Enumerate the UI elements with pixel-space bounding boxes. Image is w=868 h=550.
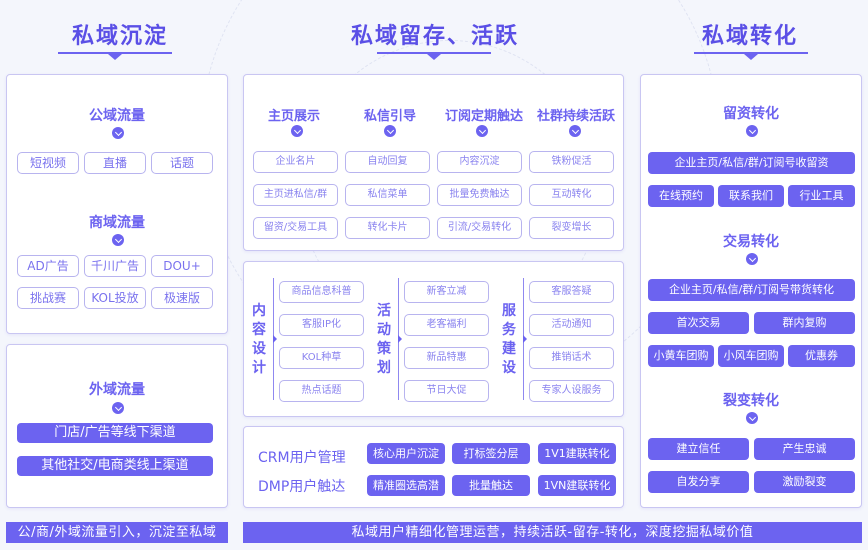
- commerce-tag: 极速版: [151, 287, 213, 309]
- touchpoint-heading: 私信引导: [363, 109, 416, 124]
- touchpoint-tag: 铁粉促活: [529, 151, 614, 173]
- touchpoint-heading: 主页展示: [267, 109, 320, 124]
- chevron-down-icon: [746, 125, 758, 137]
- bottom-banner: 私域用户精细化管理运营，持续活跃-留存-转化，深度挖掘私域价值: [243, 522, 862, 543]
- chevron-down-icon: [746, 412, 758, 424]
- service-item: 客服答疑: [529, 281, 614, 303]
- trade-item: 优惠券: [788, 345, 855, 367]
- divider-arrow: [523, 278, 527, 400]
- content-item: KOL种草: [279, 347, 364, 369]
- touchpoint-tag: 私信菜单: [345, 184, 430, 206]
- chevron-down-icon: [112, 402, 124, 414]
- external-channel: 门店/广告等线下渠道: [17, 423, 213, 443]
- content-item: 热点话题: [279, 380, 364, 402]
- content-item: 商品信息科普: [279, 281, 364, 303]
- chevron-down-icon: [384, 125, 396, 137]
- panel-operations: 内容设计 商品信息科普 客服IP化 KOL种草 热点话题 活动策划 新客立减 老…: [243, 261, 624, 417]
- activity-item: 新客立减: [404, 281, 489, 303]
- commerce-tag: KOL投放: [84, 287, 146, 309]
- public-traffic-heading: 公域流量: [89, 108, 145, 124]
- panel-external-traffic: 外域流量 门店/广告等线下渠道 其他社交/电商类线上渠道: [6, 344, 228, 508]
- crm-item: 打标签分层: [452, 443, 530, 464]
- touchpoint-tag: 批量免费触达: [437, 184, 522, 206]
- touchpoint-tag: 企业名片: [253, 151, 338, 173]
- touchpoint-tag: 内容沉淀: [437, 151, 522, 173]
- leads-item: 联系我们: [718, 185, 784, 207]
- dmp-item: 批量触达: [452, 475, 530, 496]
- touchpoint-tag: 互动转化: [529, 184, 614, 206]
- panel-conversion: 留资转化 企业主页/私信/群/订阅号收留资 在线预约 联系我们 行业工具 交易转…: [640, 74, 862, 508]
- public-tag: 话题: [151, 152, 213, 174]
- fission-item: 产生忠诚: [754, 438, 855, 460]
- crm-label: CRM用户管理: [258, 450, 346, 466]
- title-underline: [377, 52, 491, 60]
- leads-conversion-heading: 留资转化: [723, 106, 779, 122]
- activity-item: 老客福利: [404, 314, 489, 336]
- service-item: 推销话术: [529, 347, 614, 369]
- commerce-traffic-heading: 商域流量: [89, 215, 145, 231]
- panel-public-commerce-traffic: 公域流量 短视频 直播 话题 商域流量 AD广告 千川广告 DOU+ 挑战赛 K…: [6, 74, 228, 334]
- service-building-label: 服务建设: [502, 303, 516, 376]
- touchpoint-tag: 留资/交易工具: [253, 217, 338, 239]
- commerce-tag: 千川广告: [84, 255, 146, 277]
- panel-crm-dmp: CRM用户管理 核心用户沉淀 打标签分层 1V1建联转化 DMP用户触达 精准圈…: [243, 426, 624, 508]
- public-tag: 短视频: [17, 152, 79, 174]
- chevron-down-icon: [112, 127, 124, 139]
- fission-item: 自发分享: [648, 471, 749, 493]
- divider-arrow: [273, 278, 277, 400]
- content-design-label: 内容设计: [252, 303, 266, 376]
- chevron-down-icon: [112, 234, 124, 246]
- leads-item: 在线预约: [648, 185, 714, 207]
- column-title-conversion: 私域转化: [701, 24, 798, 49]
- service-item: 专家人设服务: [529, 380, 614, 402]
- crm-item: 1V1建联转化: [538, 443, 616, 464]
- chevron-down-icon: [476, 125, 488, 137]
- trade-item: 小风车团购: [718, 345, 784, 367]
- touchpoint-heading: 社群持续活跃: [536, 109, 615, 124]
- touchpoint-tag: 裂变增长: [529, 217, 614, 239]
- touchpoint-tag: 引流/交易转化: [437, 217, 522, 239]
- fission-item: 建立信任: [648, 438, 749, 460]
- left-footer-banner: 公/商/外域流量引入，沉淀至私域: [6, 522, 228, 543]
- touchpoint-tag: 自动回复: [345, 151, 430, 173]
- service-item: 活动通知: [529, 314, 614, 336]
- trade-item: 小黄车团购: [648, 345, 714, 367]
- commerce-tag: DOU+: [151, 255, 213, 277]
- trade-conversion-heading: 交易转化: [723, 234, 779, 250]
- trade-item: 首次交易: [648, 312, 749, 334]
- column-title-retention: 私域留存、活跃: [350, 24, 519, 49]
- trade-main: 企业主页/私信/群/订阅号带货转化: [648, 279, 855, 301]
- crm-item: 核心用户沉淀: [367, 443, 445, 464]
- touchpoint-tag: 转化卡片: [345, 217, 430, 239]
- commerce-tag: AD广告: [17, 255, 79, 277]
- leads-item: 行业工具: [788, 185, 855, 207]
- touchpoint-heading: 订阅定期触达: [444, 109, 523, 124]
- touchpoint-tag: 主页进私信/群: [253, 184, 338, 206]
- column-title-sedimentation: 私域沉淀: [71, 24, 168, 49]
- divider-arrow: [398, 278, 402, 400]
- dmp-item: 1VN建联转化: [538, 475, 616, 496]
- chevron-down-icon: [746, 253, 758, 265]
- external-channel: 其他社交/电商类线上渠道: [17, 456, 213, 476]
- content-item: 客服IP化: [279, 314, 364, 336]
- external-traffic-heading: 外域流量: [89, 382, 145, 398]
- activity-planning-label: 活动策划: [377, 303, 391, 376]
- chevron-down-icon: [569, 125, 581, 137]
- title-underline: [694, 52, 808, 60]
- leads-main: 企业主页/私信/群/订阅号收留资: [648, 152, 855, 174]
- chevron-down-icon: [291, 125, 303, 137]
- fission-conversion-heading: 裂变转化: [723, 393, 779, 409]
- activity-item: 新品特惠: [404, 347, 489, 369]
- dmp-item: 精准圈选高潜: [367, 475, 445, 496]
- commerce-tag: 挑战赛: [17, 287, 79, 309]
- dmp-label: DMP用户触达: [258, 479, 346, 495]
- panel-touchpoints: 主页展示 私信引导 订阅定期触达 社群持续活跃 企业名片 自动回复 内容沉淀 铁…: [243, 74, 624, 251]
- activity-item: 节日大促: [404, 380, 489, 402]
- public-tag: 直播: [84, 152, 146, 174]
- trade-item: 群内复购: [754, 312, 855, 334]
- fission-item: 激励裂变: [754, 471, 855, 493]
- title-underline: [58, 52, 172, 60]
